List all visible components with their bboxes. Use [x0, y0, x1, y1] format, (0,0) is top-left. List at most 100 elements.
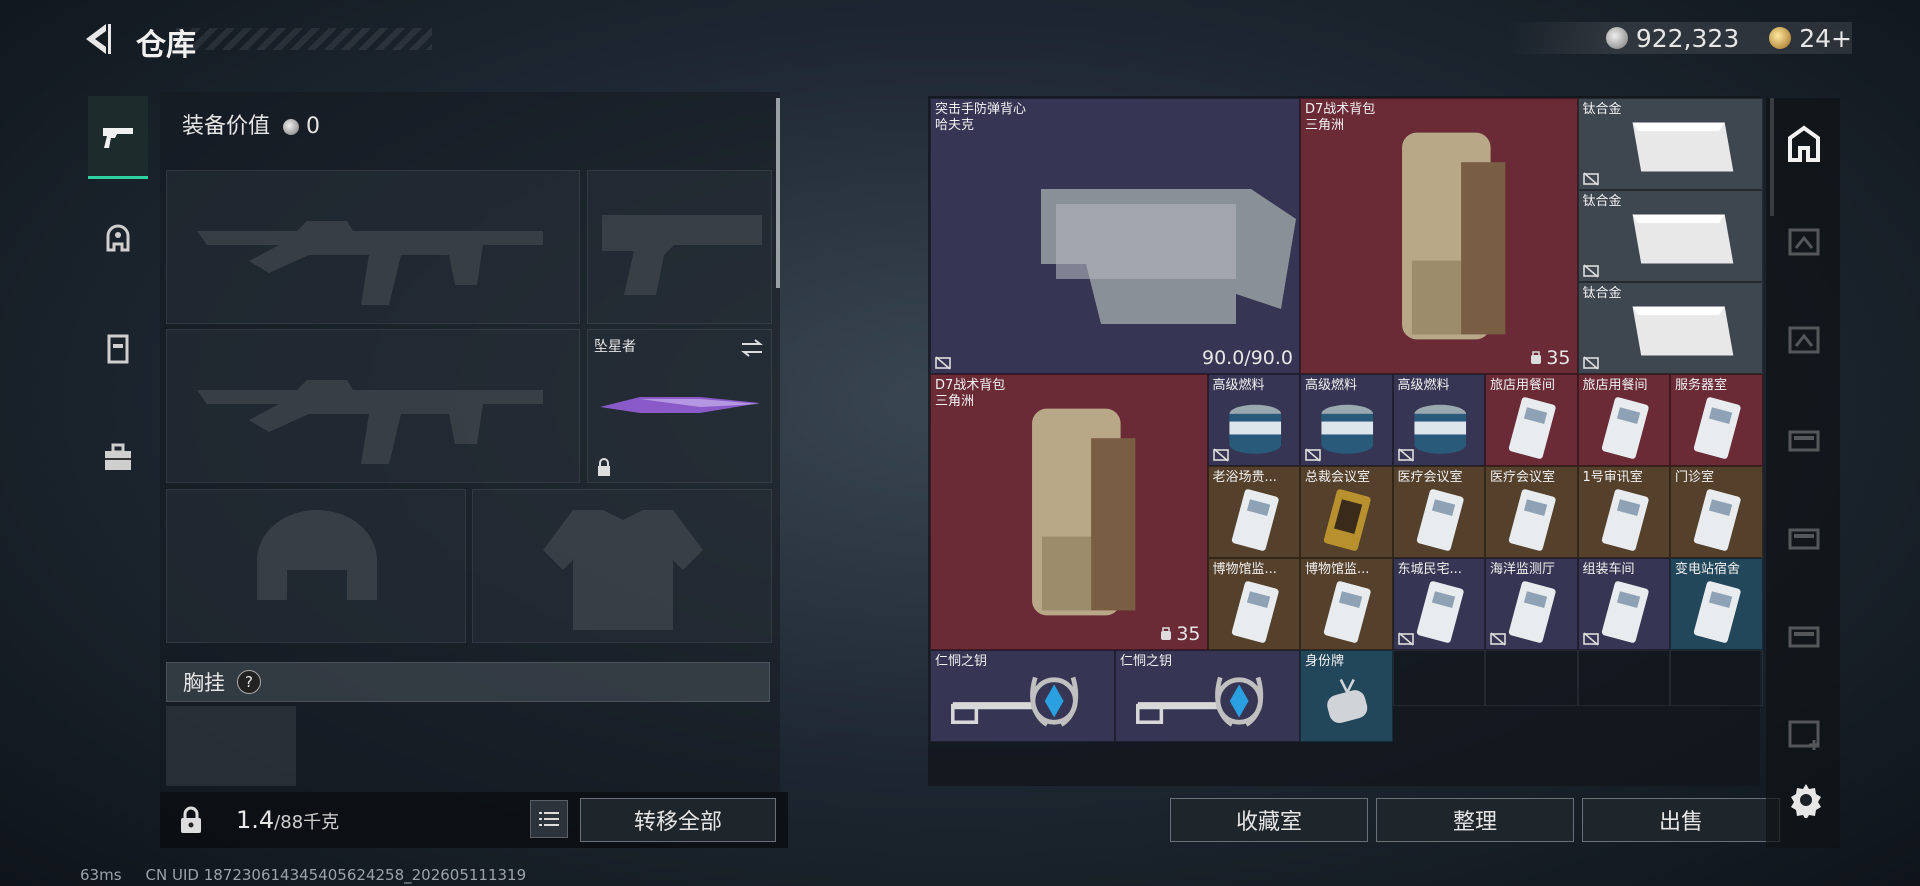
stash-cell[interactable] — [1485, 650, 1578, 706]
stash-cell[interactable] — [1577, 650, 1670, 706]
tab-rig[interactable] — [88, 308, 148, 388]
stash-home-icon[interactable] — [1784, 124, 1824, 164]
tab-weapons[interactable] — [88, 96, 148, 179]
stash-item[interactable]: 旅店用餐间 — [1577, 374, 1670, 466]
stash-cell[interactable] — [1392, 650, 1485, 706]
stash-item[interactable]: 东城民宅... — [1392, 558, 1485, 650]
stash-item[interactable]: 门诊室 — [1670, 466, 1763, 558]
card-image — [1685, 393, 1750, 463]
ping: 63ms — [80, 866, 122, 884]
settings-gear-icon[interactable] — [1788, 782, 1824, 818]
item-name: 医疗会议室 — [1397, 470, 1463, 485]
item-name: 高级燃料 — [1212, 378, 1265, 393]
chest-rig-slot[interactable] — [166, 706, 296, 786]
equipment-scrollbar[interactable] — [776, 98, 780, 288]
knife-image — [600, 397, 760, 413]
stash-item[interactable]: 旅店用餐间 — [1485, 374, 1578, 466]
stash-tab-6-icon[interactable] — [1784, 616, 1824, 656]
card-image — [1408, 577, 1473, 647]
stash-item[interactable]: 高级燃料 — [1300, 374, 1393, 466]
item-name: 仁恫之钥 — [935, 654, 988, 669]
equipment-value: 装备价值 0 — [182, 114, 321, 139]
vest-image — [1011, 129, 1299, 339]
helmet-slot[interactable] — [166, 489, 466, 643]
stash-item[interactable]: 钛合金 — [1577, 98, 1763, 190]
item-name: D7战术背包 三角洲 — [1305, 102, 1376, 133]
item-name: 服务器室 — [1675, 378, 1728, 393]
token-count[interactable]: 24+ — [1799, 24, 1852, 53]
back-arrow-icon[interactable] — [82, 22, 112, 56]
stash-tab-5-icon[interactable] — [1784, 518, 1824, 558]
stash-item[interactable]: D7战术背包 三角洲 35 — [1300, 98, 1578, 374]
stash-tab-3-icon[interactable] — [1784, 320, 1824, 360]
stash-item[interactable]: 仁恫之钥 — [930, 650, 1115, 742]
stash-item[interactable]: 突击手防弹背心 哈夫克 90.0/90.0 — [930, 98, 1300, 374]
stash-item[interactable]: 总裁会议室 — [1300, 466, 1393, 558]
add-stash-tab-icon[interactable] — [1784, 714, 1824, 754]
help-icon[interactable]: ? — [237, 670, 261, 694]
helmet-silhouette-icon — [257, 510, 377, 600]
sort-button[interactable]: 整理 — [1376, 798, 1574, 842]
list-view-button[interactable] — [530, 800, 568, 838]
tab-armor[interactable] — [88, 198, 148, 278]
chest-rig-header[interactable]: 胸挂 ? — [166, 662, 770, 702]
stash-item[interactable]: 1号审讯室 — [1577, 466, 1670, 558]
stash-item[interactable]: 高级燃料 — [1392, 374, 1485, 466]
bag-icon — [1161, 627, 1172, 640]
secondary-weapon-slot[interactable] — [166, 329, 580, 483]
fuel-image — [1408, 393, 1473, 463]
item-name: 医疗会议室 — [1490, 470, 1556, 485]
stash-item[interactable]: 博物馆监... — [1300, 558, 1393, 650]
fuel-image — [1223, 393, 1288, 463]
stash-item[interactable]: 组装车间 — [1577, 558, 1670, 650]
no-trade-icon — [1582, 631, 1599, 646]
tab-case[interactable] — [88, 418, 148, 498]
lock-button[interactable] — [168, 796, 214, 844]
item-subtitle: 三角洲 — [935, 394, 975, 409]
stash-item[interactable]: 医疗会议室 — [1485, 466, 1578, 558]
transfer-all-button[interactable]: 转移全部 — [580, 798, 776, 842]
stash-item[interactable]: 钛合金 — [1577, 190, 1763, 282]
primary-weapon-slot[interactable] — [166, 170, 580, 324]
stash-item[interactable]: 医疗会议室 — [1392, 466, 1485, 558]
tag-image — [1315, 669, 1380, 739]
swap-icon[interactable] — [740, 338, 764, 358]
stash-item[interactable]: 变电站宿舍 — [1670, 558, 1763, 650]
pistol-slot[interactable] — [587, 170, 772, 324]
item-subtitle: 三角洲 — [1305, 118, 1345, 133]
card-image — [1593, 577, 1658, 647]
stash-item[interactable]: 钛合金 — [1577, 282, 1763, 374]
helmet-armor-icon — [106, 224, 130, 252]
sell-button[interactable]: 出售 — [1582, 798, 1780, 842]
chest-rig-label: 胸挂 — [183, 671, 225, 695]
stash-tab-2-icon[interactable] — [1784, 222, 1824, 262]
collection-room-button[interactable]: 收藏室 — [1170, 798, 1368, 842]
lock-icon — [598, 458, 610, 476]
ingot-image — [1609, 111, 1754, 183]
card-image — [1500, 485, 1565, 555]
stash-item[interactable]: D7战术背包 三角洲 35 — [930, 374, 1208, 650]
stash-tab-4-icon[interactable] — [1784, 420, 1824, 460]
armor-slot[interactable] — [472, 489, 772, 643]
melee-slot[interactable]: 坠星者 — [587, 329, 772, 483]
stash-item[interactable]: 海洋监测厅 — [1485, 558, 1578, 650]
stash-item[interactable]: 老浴场贵... — [1207, 466, 1300, 558]
stash-item[interactable]: 身份牌 — [1300, 650, 1393, 742]
silver-coin-icon — [1605, 27, 1628, 49]
currency-bar: 922,323 24+ — [1508, 22, 1852, 54]
stash-tabs-sidebar — [1766, 98, 1840, 848]
stash-item[interactable]: 高级燃料 — [1207, 374, 1300, 466]
stash-item[interactable]: 服务器室 — [1670, 374, 1763, 466]
item-name: 门诊室 — [1675, 470, 1715, 485]
gold-token-icon — [1769, 27, 1792, 49]
item-name: 高级燃料 — [1397, 378, 1450, 393]
ingot-image — [1609, 295, 1754, 367]
stash-item[interactable]: 博物馆监... — [1207, 558, 1300, 650]
key-image — [1126, 665, 1291, 737]
item-name: 东城民宅... — [1397, 562, 1462, 577]
stash-item[interactable]: 仁恫之钥 — [1115, 650, 1300, 742]
pistol-icon — [103, 128, 133, 148]
item-name: 海洋监测厅 — [1490, 562, 1556, 577]
stash-cell[interactable] — [1670, 650, 1763, 706]
item-name: 钛合金 — [1582, 286, 1622, 301]
